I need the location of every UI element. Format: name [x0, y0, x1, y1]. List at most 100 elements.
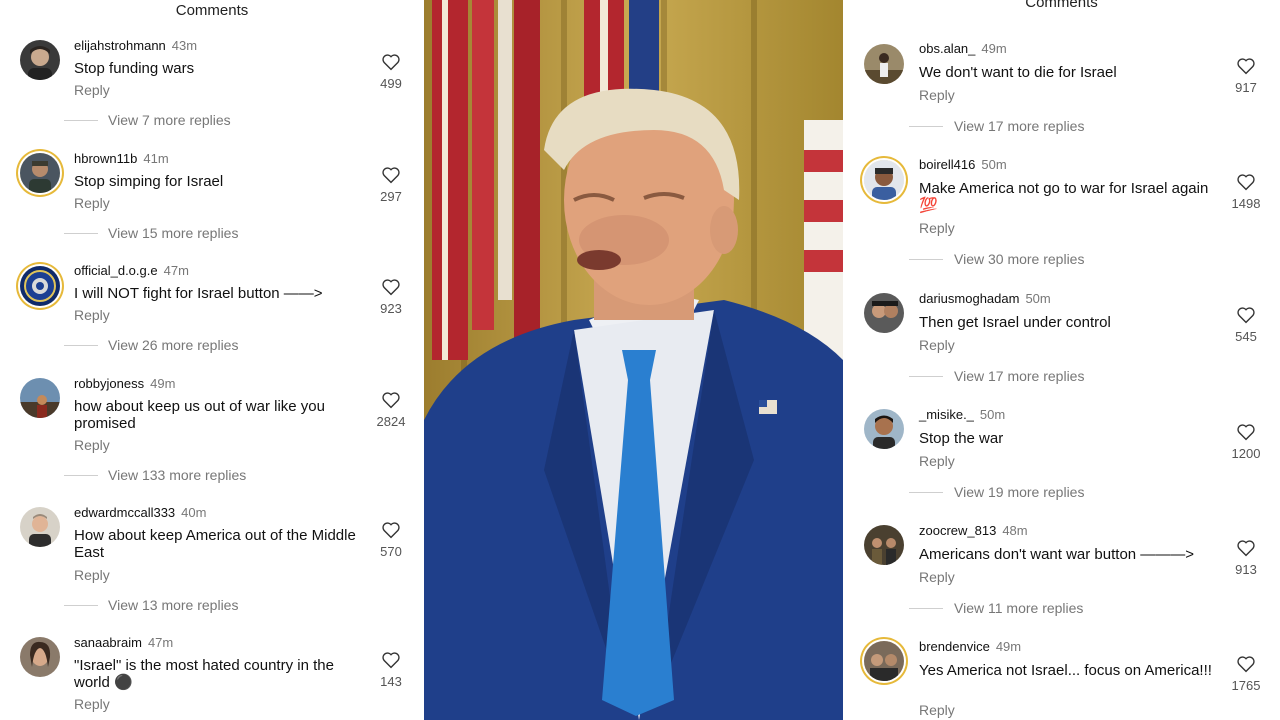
right-comments-panel: Comments obs.alan_ 49m We don't want to d…	[843, 0, 1280, 720]
timestamp: 41m	[143, 151, 169, 166]
like-button[interactable]: 1200	[1226, 423, 1266, 461]
timestamp: 47m	[163, 263, 189, 278]
reply-button[interactable]: Reply	[74, 307, 110, 323]
like-button[interactable]: 545	[1226, 306, 1266, 344]
like-count: 917	[1235, 80, 1257, 95]
heart-icon	[382, 392, 400, 409]
reply-button[interactable]: Reply	[919, 87, 955, 103]
heart-icon	[1237, 540, 1255, 557]
avatar[interactable]	[864, 409, 904, 449]
heart-icon	[382, 167, 400, 184]
heart-icon	[382, 522, 400, 539]
username[interactable]: dariusmoghadam	[919, 291, 1019, 306]
timestamp: 50m	[981, 157, 1007, 172]
username[interactable]: official_d.o.g.e	[74, 263, 158, 278]
view-replies-link[interactable]: View 133 more replies	[108, 467, 246, 483]
username[interactable]: robbyjoness	[74, 376, 144, 391]
avatar[interactable]	[864, 293, 904, 333]
avatar[interactable]	[20, 153, 60, 193]
reply-button[interactable]: Reply	[919, 453, 955, 469]
comment-text: Stop simping for Israel	[74, 173, 224, 190]
divider	[909, 376, 943, 377]
timestamp: 48m	[1002, 523, 1028, 538]
like-button[interactable]: 2824	[371, 391, 411, 429]
username[interactable]: sanaabraim	[74, 635, 142, 650]
reply-button[interactable]: Reply	[919, 337, 955, 353]
comment-text: Yes America not Israel... focus on Ameri…	[919, 662, 1212, 679]
view-replies-link[interactable]: View 19 more replies	[954, 484, 1084, 500]
comment-text: "Israel" is the most hated country in th…	[74, 657, 334, 691]
like-button[interactable]: 1498	[1226, 173, 1266, 211]
comment-text: Make America not go to war for Israel ag…	[919, 180, 1209, 214]
username[interactable]: brendenvice	[919, 639, 990, 654]
like-button[interactable]: 917	[1226, 57, 1266, 95]
reply-button[interactable]: Reply	[74, 195, 110, 211]
avatar[interactable]	[20, 40, 60, 80]
reply-button[interactable]: Reply	[74, 696, 110, 712]
view-replies-link[interactable]: View 17 more replies	[954, 368, 1084, 384]
username[interactable]: boirell416	[919, 157, 975, 172]
heart-icon	[1237, 424, 1255, 441]
view-replies-link[interactable]: View 7 more replies	[108, 112, 231, 128]
view-replies-link[interactable]: View 13 more replies	[108, 597, 238, 613]
comment-header: zoocrew_813 48m	[919, 523, 1028, 538]
divider	[64, 345, 98, 346]
like-count: 2824	[376, 414, 406, 429]
avatar[interactable]	[864, 525, 904, 565]
reply-button[interactable]: Reply	[919, 220, 955, 236]
username[interactable]: _misike._	[919, 407, 974, 422]
timestamp: 40m	[181, 505, 207, 520]
comment-text: I will NOT fight for Israel button ——>	[74, 285, 323, 302]
avatar[interactable]	[20, 378, 60, 418]
view-replies-link[interactable]: View 15 more replies	[108, 225, 238, 241]
like-count: 1200	[1231, 446, 1261, 461]
like-button[interactable]: 143	[371, 651, 411, 689]
divider	[64, 605, 98, 606]
username[interactable]: edwardmccall333	[74, 505, 175, 520]
username[interactable]: obs.alan_	[919, 41, 975, 56]
comment-header: brendenvice 49m	[919, 639, 1021, 654]
reply-button[interactable]: Reply	[919, 569, 955, 585]
view-replies-link[interactable]: View 30 more replies	[954, 251, 1084, 267]
divider	[909, 259, 943, 260]
avatar[interactable]	[20, 507, 60, 547]
avatar[interactable]	[864, 44, 904, 84]
comment-header: edwardmccall333 40m	[74, 505, 206, 520]
like-button[interactable]: 570	[371, 521, 411, 559]
reply-button[interactable]: Reply	[74, 82, 110, 98]
left-comments-panel: Comments elijahstrohmann 43m Stop funding…	[0, 0, 424, 720]
reply-button[interactable]: Reply	[74, 437, 110, 453]
view-replies-link[interactable]: View 11 more replies	[954, 600, 1083, 616]
avatar[interactable]	[20, 266, 60, 306]
divider	[64, 233, 98, 234]
comment-text: how about keep us out of war like you pr…	[74, 398, 325, 432]
like-count: 913	[1235, 562, 1257, 577]
like-count: 143	[380, 674, 402, 689]
view-replies-link[interactable]: View 17 more replies	[954, 118, 1084, 134]
heart-icon	[1237, 174, 1255, 191]
comment-header: obs.alan_ 49m	[919, 41, 1007, 56]
like-button[interactable]: 499	[371, 53, 411, 91]
comment-text: Americans don't want war button ———>	[919, 546, 1195, 563]
like-count: 1765	[1231, 678, 1261, 693]
reply-button[interactable]: Reply	[919, 702, 955, 718]
like-button[interactable]: 297	[371, 166, 411, 204]
timestamp: 49m	[995, 639, 1022, 654]
username[interactable]: elijahstrohmann	[74, 38, 166, 53]
like-count: 545	[1235, 329, 1257, 344]
like-button[interactable]: 923	[371, 278, 411, 316]
avatar[interactable]	[864, 641, 904, 681]
like-button[interactable]: 1765	[1226, 655, 1266, 693]
username[interactable]: hbrown11b	[74, 151, 137, 166]
heart-icon	[1237, 307, 1255, 324]
view-replies-link[interactable]: View 26 more replies	[108, 337, 238, 353]
like-count: 297	[380, 189, 402, 204]
post-photo	[424, 0, 843, 720]
username[interactable]: zoocrew_813	[919, 523, 996, 538]
avatar[interactable]	[20, 637, 60, 677]
avatar[interactable]	[864, 160, 904, 200]
like-count: 499	[380, 76, 402, 91]
like-button[interactable]: 913	[1226, 539, 1266, 577]
reply-button[interactable]: Reply	[74, 567, 110, 583]
comment-text: Stop funding wars	[74, 60, 195, 77]
